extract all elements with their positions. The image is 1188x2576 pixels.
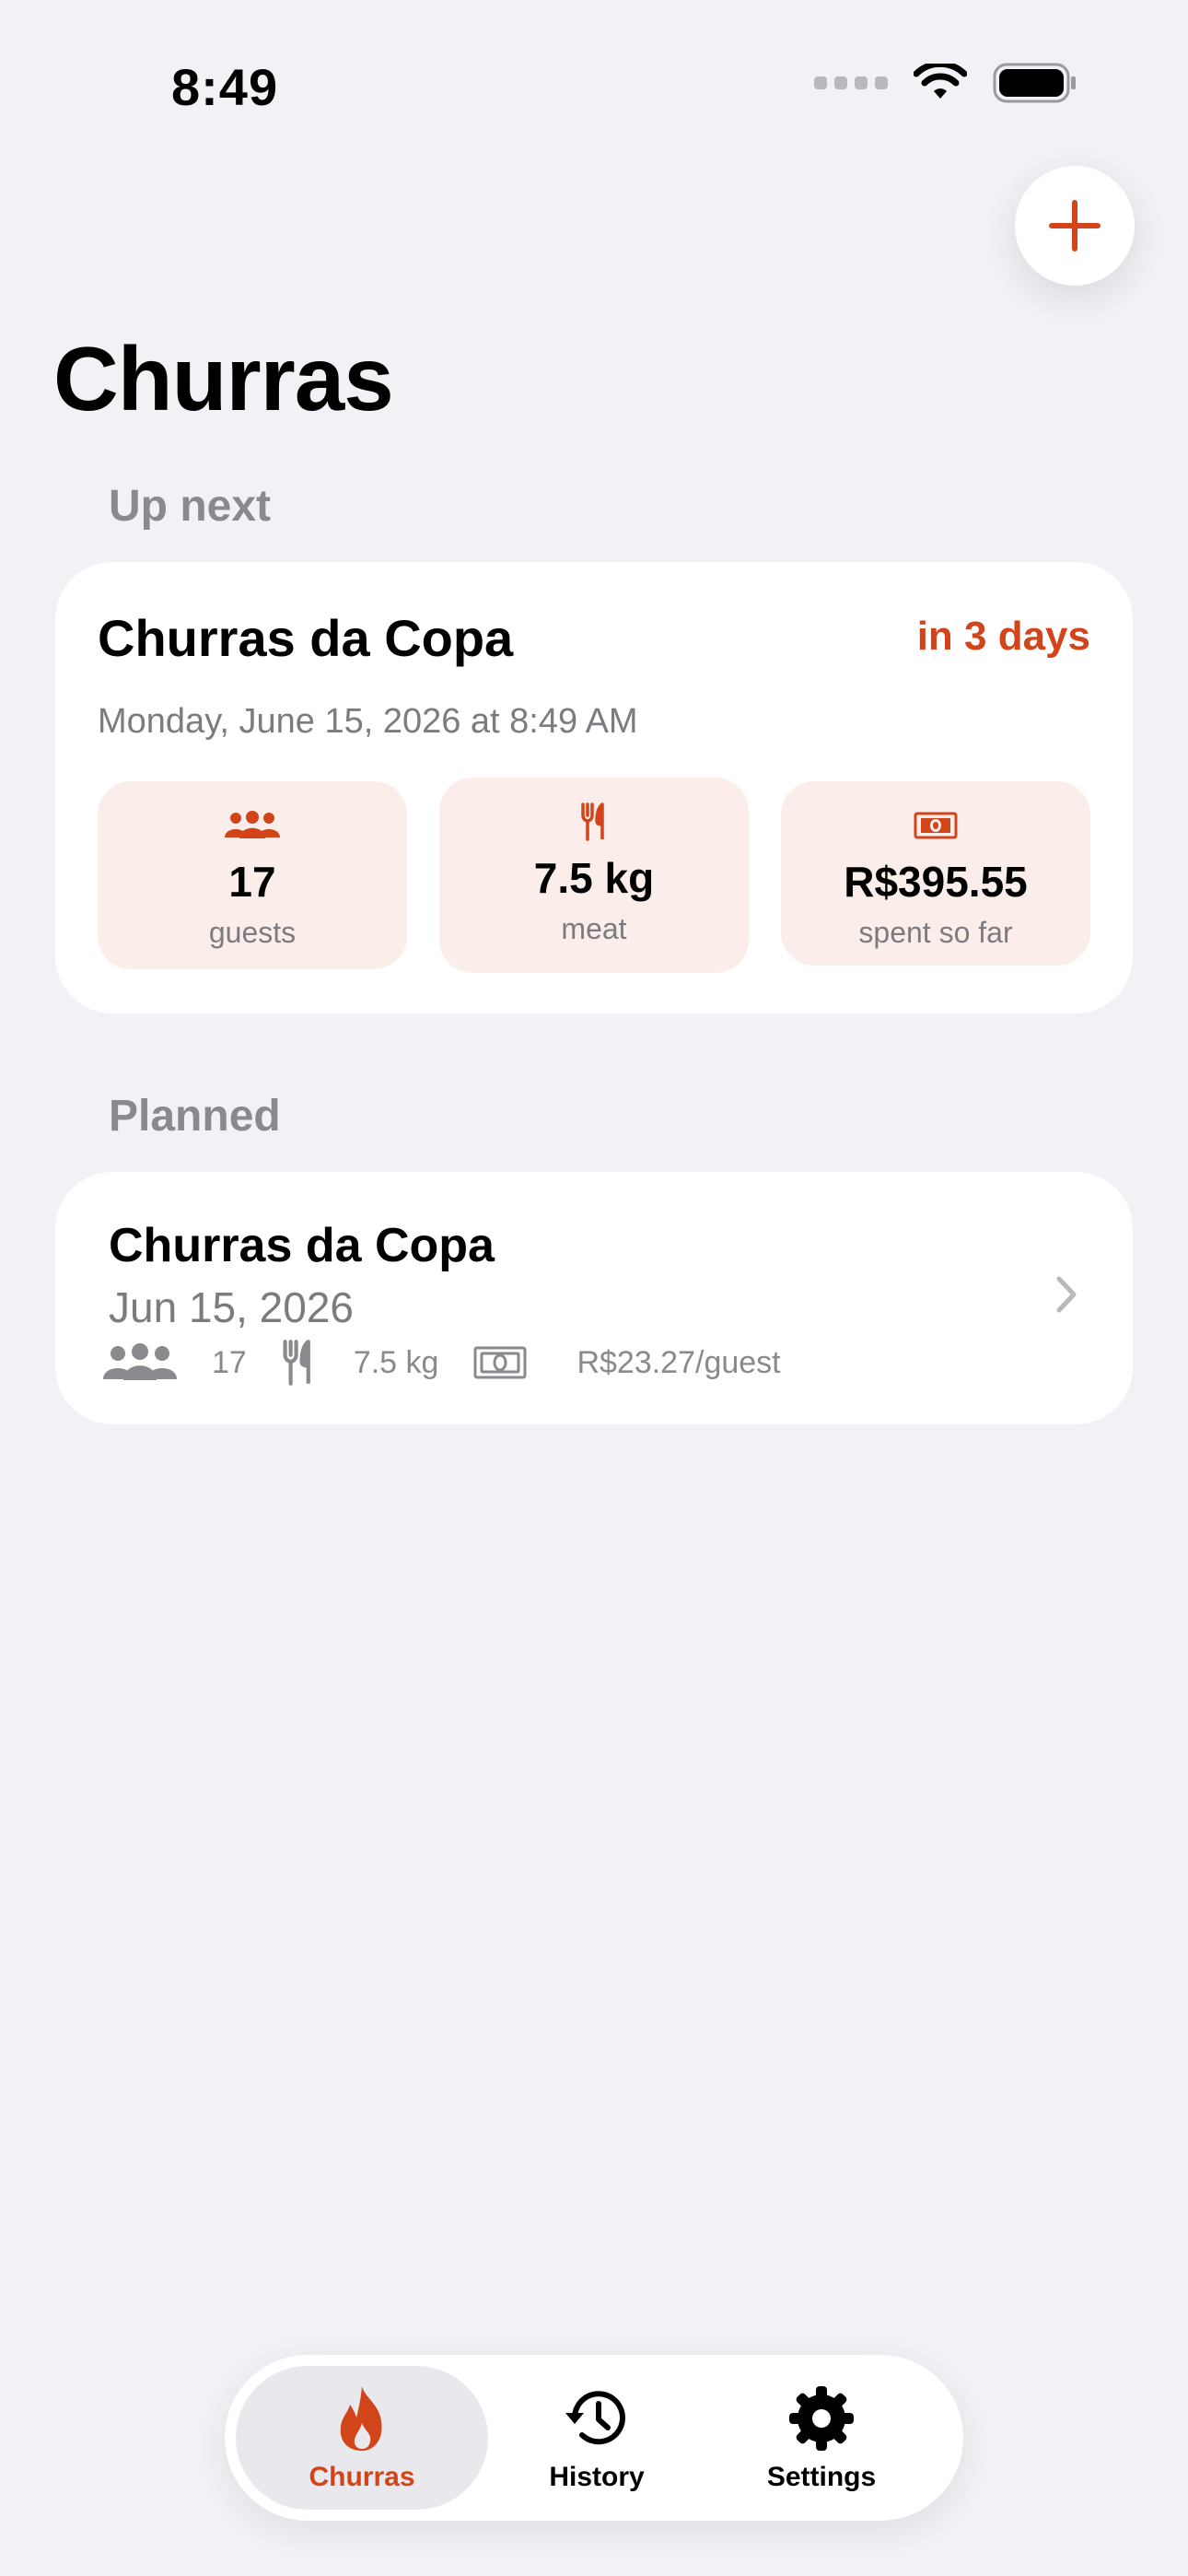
stat-guests: 17 guests [98, 781, 407, 969]
gear-icon [789, 2386, 854, 2451]
status-indicators [814, 63, 1077, 103]
planned-event-title: Churras da Copa [109, 1219, 495, 1272]
plus-icon [1049, 200, 1101, 252]
section-label-planned: Planned [109, 1092, 281, 1141]
page-title: Churras [53, 328, 394, 429]
guests-label: guests [208, 916, 297, 949]
money-icon [473, 1346, 527, 1379]
wifi-icon [914, 64, 967, 99]
people-icon [225, 811, 280, 838]
planned-cost-per-guest: R$23.27/guest [577, 1344, 781, 1380]
planned-event-meta: 17 7.5 kg R$23.27/guest [101, 1338, 781, 1388]
people-icon [103, 1343, 177, 1380]
stat-spent: R$395.55 spent so far [781, 781, 1090, 966]
flame-icon [340, 2386, 382, 2451]
planned-guests: 17 [212, 1344, 247, 1380]
planned-event-date: Jun 15, 2026 [109, 1283, 355, 1331]
tab-churras[interactable]: Churras [236, 2366, 488, 2510]
money-icon [914, 812, 958, 839]
section-label-up-next: Up next [109, 482, 272, 531]
countdown-label: in 3 days [916, 614, 1090, 659]
chevron-right-icon [1056, 1276, 1077, 1313]
tab-label-churras: Churras [309, 2462, 415, 2492]
spent-value: R$395.55 [844, 858, 1028, 906]
planned-event-row[interactable]: Churras da Copa Jun 15, 2026 17 7.5 kg R… [55, 1172, 1133, 1424]
fork-knife-icon [581, 802, 604, 841]
event-title: Churras da Copa [98, 609, 514, 667]
add-button[interactable] [1015, 166, 1135, 286]
guests-value: 17 [228, 858, 276, 906]
spent-label: spent so far [858, 916, 1013, 949]
clock-history-icon [565, 2391, 625, 2445]
status-time: 8:49 [171, 58, 279, 116]
tab-bar: Churras History Settings [225, 2355, 963, 2521]
event-date: Monday, June 15, 2026 at 8:49 AM [98, 702, 638, 741]
tab-history[interactable]: History [523, 2366, 670, 2510]
stat-meat: 7.5 kg meat [439, 778, 749, 973]
cellular-signal-icon [814, 76, 888, 89]
meat-value: 7.5 kg [533, 854, 655, 902]
planned-meat: 7.5 kg [353, 1344, 439, 1380]
tab-label-settings: Settings [766, 2462, 877, 2492]
meat-label: meat [561, 912, 627, 945]
battery-icon [993, 63, 1076, 103]
up-next-card[interactable]: Churras da Copa in 3 days Monday, June 1… [55, 562, 1133, 1013]
fork-knife-icon [283, 1340, 310, 1386]
tab-label-history: History [549, 2462, 645, 2492]
tab-settings[interactable]: Settings [748, 2366, 895, 2510]
